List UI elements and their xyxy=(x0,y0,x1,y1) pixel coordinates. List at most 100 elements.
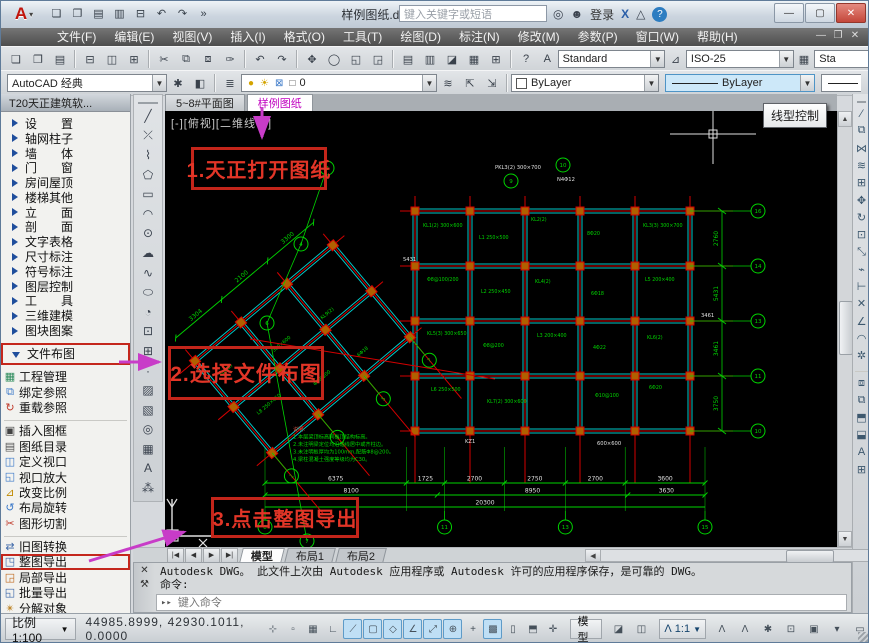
draworder-front-icon[interactable]: ⧈ xyxy=(853,374,869,391)
saveas-icon[interactable]: ▥ xyxy=(110,4,129,23)
horizontal-scrollbar[interactable]: ◀ ▶ xyxy=(585,549,869,562)
mtext-icon[interactable]: A xyxy=(134,459,162,479)
undo-icon[interactable]: ↶ xyxy=(152,4,171,23)
scale-button[interactable]: 比例 1:100 ▼ xyxy=(5,618,76,640)
scroll-down-icon[interactable]: ▼ xyxy=(838,531,852,547)
scroll-up-icon[interactable]: ▲ xyxy=(838,111,852,127)
trim-icon[interactable]: ⌁ xyxy=(853,261,869,278)
dd-icon[interactable]: ▾ xyxy=(827,619,847,639)
new-icon[interactable]: ❏ xyxy=(6,49,26,69)
sidebar-item-symbol[interactable]: 符号标注 xyxy=(1,264,130,279)
toolbar-grip[interactable] xyxy=(857,95,866,103)
cut-icon[interactable]: ✂ xyxy=(154,49,174,69)
layer-combo[interactable]: ●☀⊠□ 0 ▼ xyxy=(241,74,437,92)
viewport-split-icon[interactable]: ◫ xyxy=(631,619,651,639)
revcloud-icon[interactable]: ☁ xyxy=(134,243,162,263)
vertical-scrollbar[interactable]: ▲ ▼ xyxy=(837,111,852,547)
draworder-above-icon[interactable]: ⬒ xyxy=(853,409,869,426)
arc-icon[interactable]: ◠ xyxy=(134,204,162,224)
paste-icon[interactable]: ⧈ xyxy=(198,49,218,69)
sidebar-item-dimension[interactable]: 尺寸标注 xyxy=(1,249,130,264)
point-style-icon[interactable]: ⁂ xyxy=(134,478,162,498)
sidebar-item-block-pattern[interactable]: 图块图案 xyxy=(1,323,130,338)
resize-grip[interactable] xyxy=(858,632,868,642)
polyline-icon[interactable]: ⌇ xyxy=(134,145,162,165)
sidebar-item-drawing-cut[interactable]: ✂图形切割 xyxy=(1,515,130,530)
dist-icon[interactable]: ⊞ xyxy=(853,461,869,478)
viewport-label[interactable]: [-][俯视][二维线框] xyxy=(171,115,272,131)
stretch-icon[interactable]: ⤡ xyxy=(853,243,869,260)
workspace-save-icon[interactable]: ◧ xyxy=(190,73,210,93)
ducs-toggle[interactable]: ⬒ xyxy=(523,619,542,639)
tray-icon[interactable]: ▣ xyxy=(804,619,824,639)
snap-toggle[interactable]: ⊹ xyxy=(263,619,282,639)
workspace-gear-icon[interactable]: ✱ xyxy=(758,619,778,639)
close-button[interactable]: ✕ xyxy=(836,3,866,23)
region-icon[interactable]: ◎ xyxy=(134,420,162,440)
line-icon[interactable]: ╱ xyxy=(134,106,162,126)
erase-icon[interactable]: ∕ xyxy=(853,105,869,122)
autodesk360-icon[interactable]: △ xyxy=(636,7,645,21)
sidebar-item-file-layout[interactable]: 文件布图 xyxy=(1,343,130,365)
otrack-toggle[interactable]: ⊕ xyxy=(443,619,462,639)
menu-item[interactable]: 插入(I) xyxy=(222,28,273,46)
layer-match-icon[interactable]: ⇲ xyxy=(482,73,502,93)
gridsnap-toggle[interactable]: ▫ xyxy=(283,619,302,639)
help-icon[interactable]: ? xyxy=(652,7,667,22)
save-icon[interactable]: ▤ xyxy=(89,4,108,23)
chamfer-icon[interactable]: ∠ xyxy=(853,313,869,330)
lineweight-combo[interactable] xyxy=(821,74,861,92)
osnap2-toggle[interactable]: ◇ xyxy=(383,619,402,639)
doc-close-button[interactable]: ✕ xyxy=(848,30,862,41)
tab-prev-icon[interactable]: ◀ xyxy=(185,548,202,563)
array-icon[interactable]: ⊞ xyxy=(853,174,869,191)
vscroll-thumb[interactable] xyxy=(839,301,853,355)
command-close-icon[interactable]: ✕ xyxy=(140,565,148,576)
sidebar-item-axis-column[interactable]: 轴网柱子 xyxy=(1,131,130,146)
sidebar-item-tools[interactable]: 工 具 xyxy=(1,294,130,309)
preview-icon[interactable]: ◫ xyxy=(102,49,122,69)
sidebar-item-insert-frame[interactable]: ▣插入图框 xyxy=(1,423,130,438)
tab-model[interactable]: 模型 xyxy=(239,548,285,563)
sidebar-item-export-batch[interactable]: ◱批量导出 xyxy=(1,585,130,600)
save-icon[interactable]: ▤ xyxy=(50,49,70,69)
extend-icon[interactable]: ⊢ xyxy=(853,278,869,295)
polartrack-toggle[interactable]: ⤢ xyxy=(423,619,442,639)
offset-icon[interactable]: ≋ xyxy=(853,157,869,174)
table-icon[interactable]: ▦ xyxy=(134,439,162,459)
menu-item[interactable]: 格式(O) xyxy=(276,28,333,46)
angle-toggle[interactable]: ∠ xyxy=(403,619,422,639)
polygon-icon[interactable]: ⬠ xyxy=(134,165,162,185)
sidebar-item-define-viewport[interactable]: ◫定义视口 xyxy=(1,454,130,469)
sidebar-item-3d-model[interactable]: 三维建模 xyxy=(1,308,130,323)
copy-clip-icon[interactable]: ⧉ xyxy=(176,49,196,69)
properties-icon[interactable]: ▤ xyxy=(398,49,418,69)
toolbar-lock-icon[interactable]: ⊡ xyxy=(781,619,801,639)
menu-item[interactable]: 修改(M) xyxy=(510,28,568,46)
command-input[interactable] xyxy=(176,595,846,610)
sidebar-item-change-scale[interactable]: ⊿改变比例 xyxy=(1,485,130,500)
command-input-row[interactable]: ▸▸ xyxy=(156,594,847,611)
menu-item[interactable]: 视图(V) xyxy=(164,28,220,46)
ellipse-arc-icon[interactable]: ◔ xyxy=(134,302,162,322)
sidebar-item-viewport-zoom[interactable]: ◱视口放大 xyxy=(1,469,130,484)
polar-toggle[interactable]: ⟋ xyxy=(343,619,362,639)
sidebar-item-elevation[interactable]: 立 面 xyxy=(1,205,130,220)
menu-item[interactable]: 工具(T) xyxy=(335,28,390,46)
sidebar-title[interactable]: T20天正建筑软... xyxy=(1,94,130,112)
ellipse-icon[interactable]: ⬭ xyxy=(134,282,162,302)
transparency-toggle[interactable]: ▩ xyxy=(483,619,502,639)
user-icon[interactable]: ☻ xyxy=(570,7,583,21)
dim-style-combo[interactable]: ISO-25 ▼ xyxy=(686,50,794,68)
sidebar-item-reload-xref[interactable]: ↻重载参照 xyxy=(1,400,130,415)
dim-style-icon[interactable]: ⊿ xyxy=(666,49,685,69)
tab-layout1[interactable]: 布局1 xyxy=(284,548,336,563)
spell-icon[interactable]: A xyxy=(853,444,869,461)
text-style-combo[interactable]: Standard ▼ xyxy=(558,50,666,68)
dyn-ucs-toggle[interactable]: + xyxy=(463,619,482,639)
layer-color-icon[interactable]: □ xyxy=(286,78,295,89)
open-icon[interactable]: ❐ xyxy=(28,49,48,69)
toolbar-grip[interactable] xyxy=(138,96,158,104)
draworder-below-icon[interactable]: ⬓ xyxy=(853,426,869,443)
pan-icon[interactable]: ✥ xyxy=(302,49,322,69)
